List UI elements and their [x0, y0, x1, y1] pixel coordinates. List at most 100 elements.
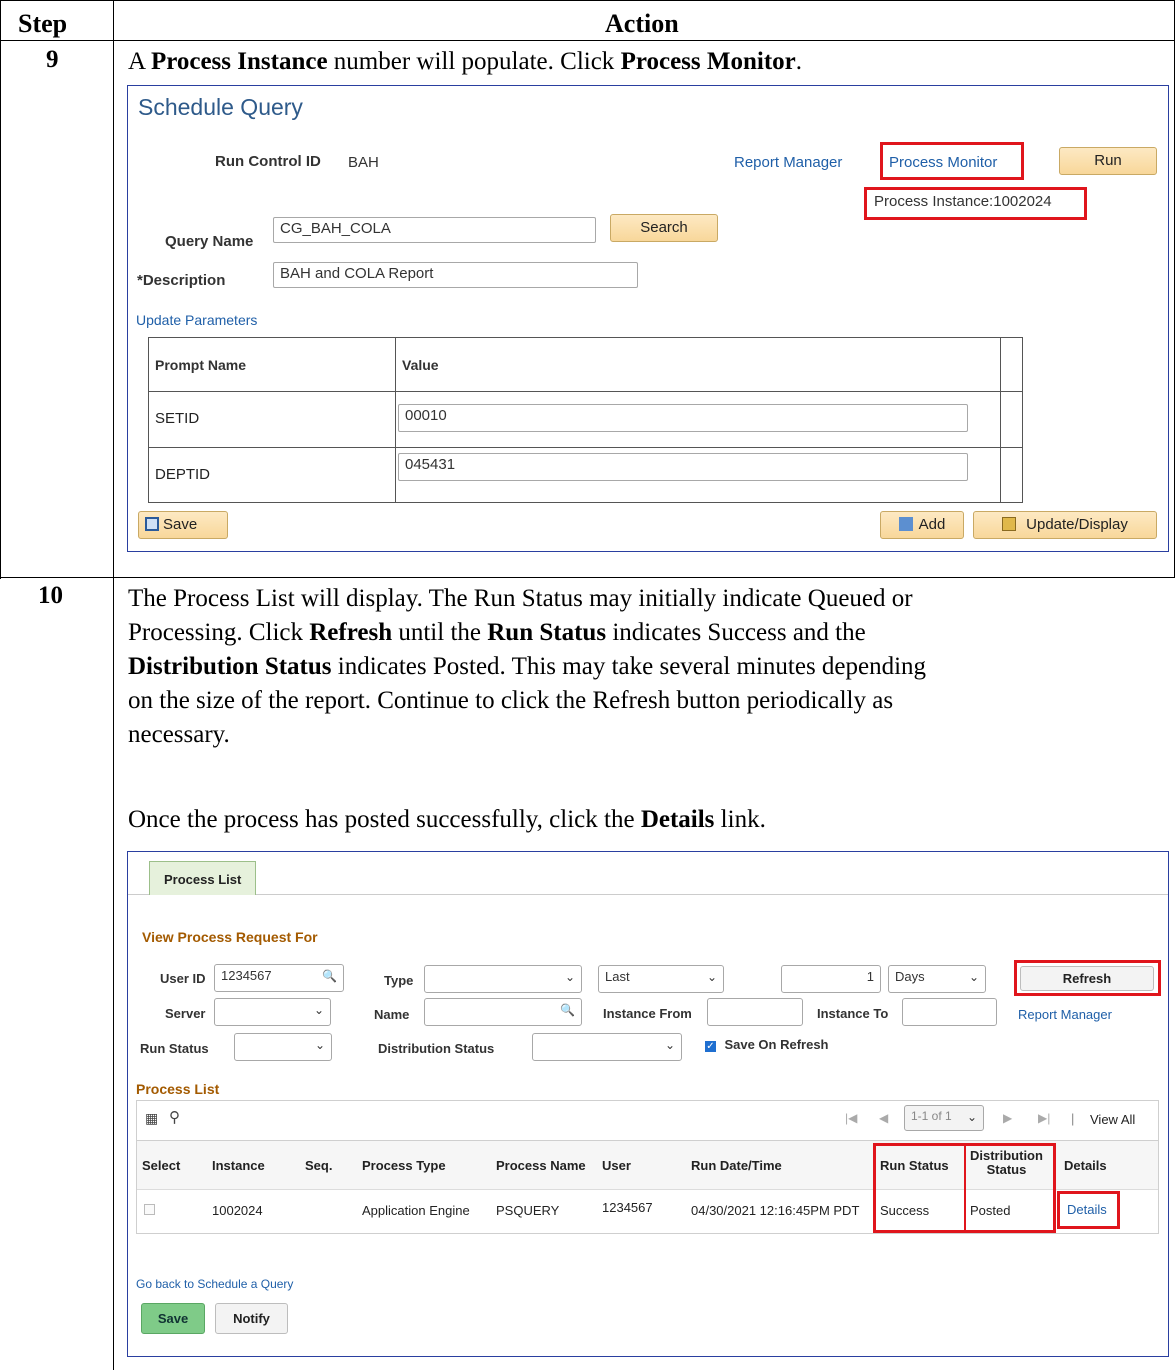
process-monitor-link[interactable]: Process Monitor: [889, 154, 997, 171]
description-input[interactable]: BAH and COLA Report: [273, 262, 638, 288]
grid-search-icon[interactable]: ⚲: [169, 1108, 180, 1126]
type-label: Type: [384, 973, 414, 988]
server-select[interactable]: ⌄: [214, 998, 331, 1026]
report-manager-link[interactable]: Report Manager: [1018, 1007, 1112, 1022]
distribution-status-label: Distribution Status: [378, 1041, 495, 1056]
cell-user: 1234567: [602, 1200, 653, 1215]
days-select[interactable]: Days ⌄: [888, 965, 986, 993]
page-title: Schedule Query: [138, 94, 303, 120]
cell-distribution-status: Posted: [970, 1203, 1011, 1218]
add-button[interactable]: Add: [880, 511, 964, 539]
update-display-icon: [1002, 517, 1017, 531]
details-link[interactable]: Details: [1067, 1202, 1107, 1217]
instance-from-label: Instance From: [603, 1006, 692, 1021]
schedule-query-screenshot: Schedule Query Run Control ID BAH Report…: [127, 85, 1169, 552]
grid-settings-icon[interactable]: ▦: [145, 1110, 158, 1127]
days-number-input[interactable]: 1: [781, 965, 881, 993]
name-label: Name: [374, 1007, 410, 1022]
cell-run-datetime: 04/30/2021 12:16:45PM PDT: [691, 1203, 860, 1218]
col-instance: Instance: [212, 1158, 265, 1173]
update-display-button[interactable]: Update/Display: [973, 511, 1157, 539]
checkbox-checked-icon: ✓: [705, 1041, 716, 1052]
run-control-label: Run Control ID: [215, 153, 321, 170]
save-disk-icon: [145, 517, 159, 531]
run-control-value: BAH: [348, 154, 379, 171]
col-prompt-name: Prompt Name: [148, 337, 396, 392]
step-number-10: 10: [38, 582, 63, 609]
first-page-icon[interactable]: |◀: [845, 1111, 857, 1125]
lookup-icon[interactable]: 🔍: [322, 969, 337, 983]
next-page-icon[interactable]: ▶: [1003, 1111, 1012, 1125]
view-process-request-heading: View Process Request For: [142, 929, 318, 945]
type-select[interactable]: ⌄: [424, 965, 582, 993]
instance-to-input[interactable]: [902, 998, 997, 1026]
update-parameters-heading: Update Parameters: [136, 312, 258, 328]
lookup-icon[interactable]: 🔍: [560, 1003, 575, 1017]
query-name-label: Query Name: [165, 233, 254, 250]
last-page-icon[interactable]: ▶|: [1038, 1111, 1050, 1125]
run-status-select[interactable]: ⌄: [234, 1033, 332, 1061]
cell-process-name: PSQUERY: [496, 1203, 560, 1218]
select-row-checkbox[interactable]: [144, 1204, 155, 1215]
instance-to-label: Instance To: [817, 1006, 889, 1021]
col-process-name: Process Name: [496, 1158, 586, 1173]
setid-value-input[interactable]: 00010: [398, 404, 968, 432]
header-step: Step: [18, 9, 68, 38]
col-value: Value: [395, 337, 1001, 392]
chevron-down-icon: ⌄: [968, 970, 979, 984]
run-status-label: Run Status: [140, 1041, 209, 1056]
cell-process-type: Application Engine: [362, 1203, 470, 1218]
chevron-down-icon: ⌄: [313, 1003, 324, 1017]
chevron-down-icon: ⌄: [966, 1110, 977, 1124]
notify-button[interactable]: Notify: [215, 1303, 288, 1334]
step9-instruction: A Process Instance number will populate.…: [128, 48, 802, 75]
save-on-refresh-checkbox[interactable]: ✓ Save On Refresh: [705, 1036, 829, 1054]
chevron-down-icon: ⌄: [314, 1038, 325, 1052]
report-manager-link[interactable]: Report Manager: [734, 154, 842, 171]
col-details: Details: [1064, 1158, 1107, 1173]
user-id-label: User ID: [160, 971, 206, 986]
grid-spacer: [1000, 447, 1023, 503]
cell-run-status: Success: [880, 1203, 930, 1218]
tab-process-list[interactable]: Process List: [149, 861, 257, 895]
step10-paragraph-2: Once the process has posted successfully…: [128, 806, 766, 833]
add-icon: [898, 517, 913, 531]
col-process-type: Process Type: [362, 1158, 446, 1173]
user-id-input[interactable]: 1234567 🔍: [214, 964, 344, 992]
go-back-link[interactable]: Go back to Schedule a Query: [136, 1277, 293, 1291]
name-input[interactable]: 🔍: [424, 998, 582, 1026]
save-button[interactable]: Save: [141, 1303, 205, 1334]
cell-instance: 1002024: [212, 1203, 263, 1218]
process-list-heading: Process List: [136, 1081, 220, 1097]
step-number-9: 9: [46, 46, 59, 73]
process-list-screenshot: Process List View Process Request For Us…: [127, 851, 1169, 1357]
view-all-link[interactable]: View All: [1090, 1112, 1135, 1127]
col-seq: Seq.: [305, 1158, 333, 1173]
distribution-status-select[interactable]: ⌄: [532, 1033, 682, 1061]
grid-row-prompt: DEPTID: [148, 447, 396, 503]
instruction-table: Step Action 9 A Process Instance number …: [0, 0, 1175, 1370]
description-label: *Description: [137, 272, 226, 289]
step10-paragraph-1: The Process List will display. The Run S…: [128, 585, 927, 748]
divider: |: [1071, 1111, 1075, 1126]
header-action: Action: [605, 9, 679, 38]
previous-page-icon[interactable]: ◀: [879, 1111, 888, 1125]
refresh-button[interactable]: Refresh: [1020, 966, 1154, 991]
search-button[interactable]: Search: [610, 214, 718, 242]
save-button[interactable]: Save: [138, 511, 228, 539]
server-label: Server: [165, 1006, 206, 1021]
col-run-datetime: Run Date/Time: [691, 1158, 782, 1173]
chevron-down-icon: ⌄: [664, 1038, 675, 1052]
run-button[interactable]: Run: [1059, 147, 1157, 175]
process-instance-text: Process Instance:1002024: [874, 193, 1052, 210]
pagination-select[interactable]: 1-1 of 1 ⌄: [904, 1105, 984, 1131]
col-select: Select: [142, 1158, 181, 1173]
chevron-down-icon: ⌄: [706, 970, 717, 984]
last-select[interactable]: Last ⌄: [598, 965, 724, 993]
query-name-input[interactable]: CG_BAH_COLA: [273, 217, 596, 243]
deptid-value-input[interactable]: 045431: [398, 453, 968, 481]
grid-spacer: [1000, 391, 1023, 448]
col-user: User: [602, 1158, 631, 1173]
instance-from-input[interactable]: [707, 998, 803, 1026]
grid-spacer: [1000, 337, 1023, 392]
